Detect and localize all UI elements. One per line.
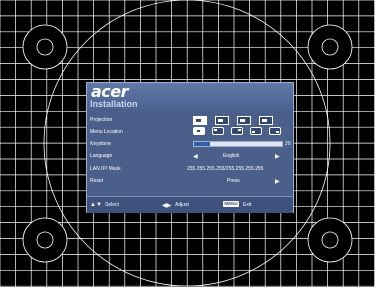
left-right-arrows-icon: ◀▶ (162, 203, 172, 209)
menu-title: Installation (90, 99, 138, 109)
keystone-value: 20 (285, 141, 291, 147)
language-label: Language (90, 153, 113, 159)
lan-ip-mask-label: LAN IP/ Mask (90, 166, 121, 172)
menu-location-center-icon[interactable] (193, 127, 205, 135)
keystone-slider[interactable] (193, 141, 283, 147)
reset-value[interactable]: Press (227, 178, 240, 184)
osd-footer: ▲▼ Select ◀▶ Adjust MENU Exit (87, 196, 293, 213)
menu-location-bottom-right-icon[interactable] (269, 127, 281, 135)
projection-rear-ceiling-icon[interactable] (259, 116, 273, 125)
projection-rear-desktop-icon[interactable] (237, 116, 251, 125)
menu-key-icon: MENU (223, 201, 239, 207)
lan-ip-mask-value: 255.255.255.255/255.255.255.255 (187, 166, 264, 172)
menu-location-label: Menu Location (90, 129, 123, 135)
language-right-arrow-icon[interactable]: ▶ (275, 153, 280, 160)
reset-right-arrow-icon[interactable]: ▶ (275, 178, 280, 185)
menu-location-top-left-icon[interactable] (212, 127, 224, 135)
osd-menu-panel: acer Installation Projection Menu Locati… (86, 82, 294, 213)
keystone-slider-fill (194, 142, 210, 146)
footer-exit-label: Exit (243, 202, 252, 208)
language-value: English (223, 153, 240, 159)
projection-front-ceiling-icon[interactable] (215, 116, 229, 125)
footer-adjust-label: Adjust (175, 202, 189, 208)
menu-location-bottom-left-icon[interactable] (250, 127, 262, 135)
corner-circle-bottom-left (22, 217, 68, 263)
projection-label: Projection (90, 117, 113, 123)
corner-circle-bottom-right (307, 217, 353, 263)
footer-select-label: Select (105, 202, 119, 208)
up-down-arrows-icon: ▲▼ (90, 202, 102, 208)
osd-header: acer Installation (87, 82, 293, 109)
language-left-arrow-icon[interactable]: ◀ (193, 153, 198, 160)
menu-location-top-right-icon[interactable] (231, 127, 243, 135)
projection-front-desktop-icon[interactable] (193, 116, 207, 125)
corner-circle-top-right (307, 24, 353, 70)
keystone-label: Keystone (90, 141, 111, 147)
reset-label: Reset (90, 178, 104, 184)
corner-circle-top-left (22, 24, 68, 70)
